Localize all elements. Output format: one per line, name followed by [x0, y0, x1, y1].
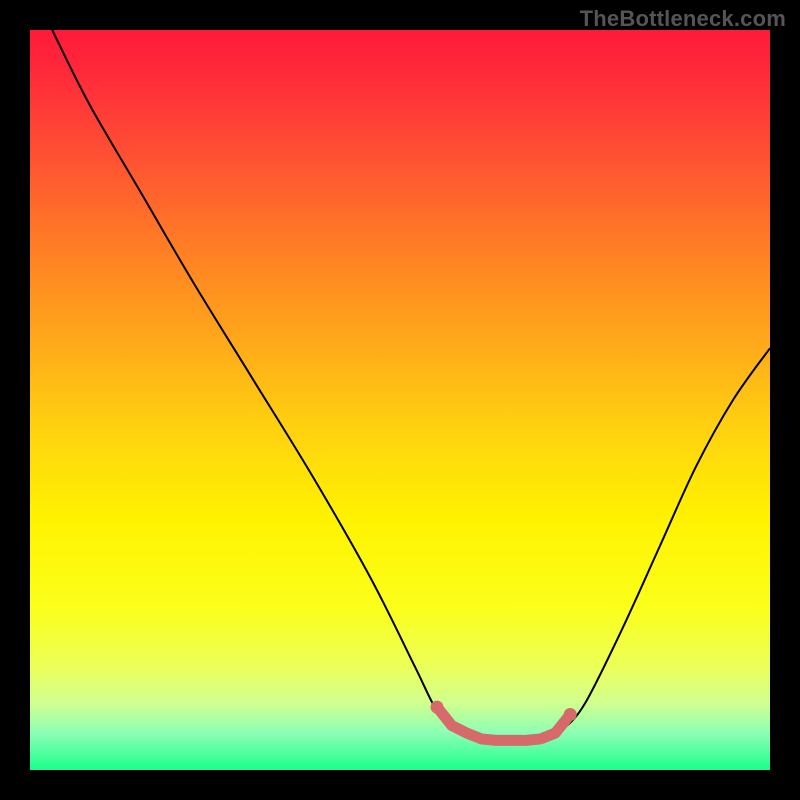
chart-curve-layer — [30, 30, 770, 770]
bottleneck-curve — [52, 30, 770, 741]
optimal-range-end-icon — [431, 701, 444, 714]
optimal-range-marker — [437, 707, 570, 740]
chart-plot-area — [30, 30, 770, 770]
optimal-range-end-icon — [564, 708, 577, 721]
watermark-text: TheBottleneck.com — [580, 6, 786, 32]
